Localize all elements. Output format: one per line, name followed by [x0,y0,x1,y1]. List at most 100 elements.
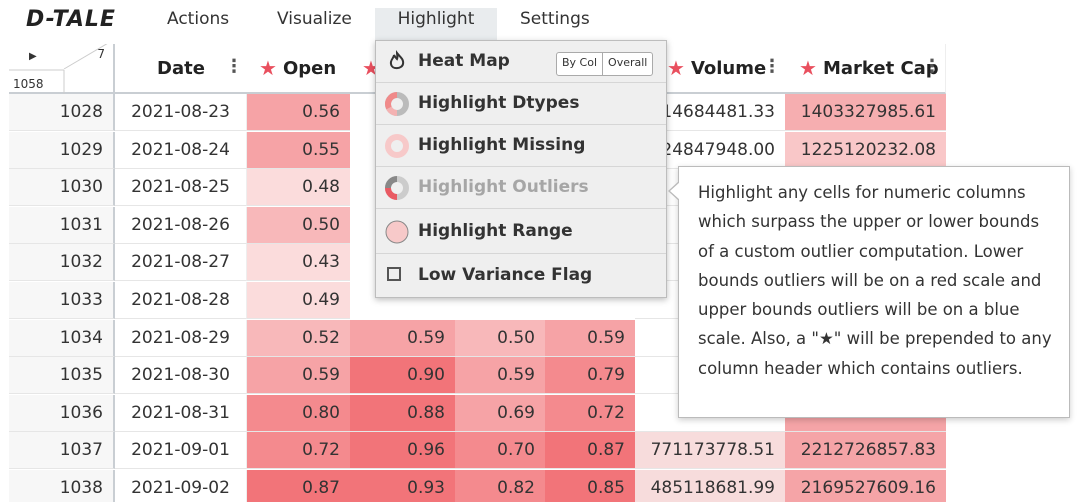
cell-open[interactable]: 0.72 [247,432,350,470]
cell-c4[interactable]: 0.79 [545,357,635,395]
cell-date[interactable]: 2021-09-01 [115,432,247,470]
cell-c3[interactable]: 0.69 [455,394,545,432]
cell-date[interactable]: 2021-08-29 [115,319,247,357]
dtale-logo: D-TALE [26,7,116,32]
grid-corner[interactable]: ▶ 7 1058 [9,44,115,94]
outlier-star-icon: ★ [799,56,817,80]
menu-heat-map-label: Heat Map [418,51,510,71]
menu-highlight-outliers-label: Highlight Outliers [418,177,589,197]
header-date-label: Date [157,57,205,79]
by-col-button[interactable]: By Col [557,53,602,75]
cell-c4[interactable]: 0.87 [545,432,635,470]
cell-date[interactable]: 2021-08-23 [115,94,247,131]
header-volume-label: Volume [690,57,767,79]
cell-open[interactable]: 0.49 [247,282,350,319]
cell-volume[interactable]: 485118681.99 [635,470,785,502]
header-open[interactable]: ★ Open [247,44,350,94]
cell-c4[interactable]: 0.85 [545,470,635,502]
nav-actions[interactable]: Actions [167,8,229,40]
nav-highlight[interactable]: Highlight [375,8,497,40]
outliers-ring-icon [385,176,409,200]
cell-c3[interactable]: 0.59 [455,357,545,395]
row-index: 1035 [9,357,115,395]
header-high[interactable]: ★ [350,44,380,94]
cell-c2[interactable]: 0.93 [350,470,455,502]
cell-date[interactable]: 2021-08-24 [115,131,247,169]
cell-date[interactable]: 2021-08-30 [115,357,247,395]
menu-low-variance-label: Low Variance Flag [418,265,593,285]
cell-c4[interactable]: 0.72 [545,394,635,432]
cell-date[interactable]: 2021-08-28 [115,282,247,319]
row-count: 1058 [13,77,44,91]
cell-date[interactable]: 2021-08-26 [115,206,247,244]
tooltip-text: Highlight any cells for numeric columns … [698,183,1052,378]
cell-c3[interactable]: 0.70 [455,432,545,470]
row-index: 1036 [9,394,115,432]
header-market-cap-label: Market Cap [822,57,939,79]
cell-date[interactable]: 2021-08-31 [115,394,247,432]
cell-c2[interactable]: 0.59 [350,319,455,357]
cell-date[interactable]: 2021-08-25 [115,169,247,207]
header-date[interactable]: Date ⋮ [115,44,247,94]
cell-c3[interactable]: 0.82 [455,470,545,502]
top-nav: D-TALE Actions Visualize Highlight Setti… [0,0,1091,40]
row-index: 1038 [9,470,115,502]
row-index: 1028 [9,94,115,131]
menu-highlight-missing[interactable]: Highlight Missing [376,125,666,167]
cell-open[interactable]: 0.52 [247,319,350,357]
cell-open[interactable]: 0.56 [247,94,350,131]
heat-map-toggle: By Col Overall [556,52,654,76]
menu-highlight-dtypes[interactable]: Highlight Dtypes [376,83,666,125]
cell-date[interactable]: 2021-08-27 [115,244,247,282]
corner-expand-icon[interactable]: ▶ [29,51,37,62]
menu-highlight-outliers[interactable]: Highlight Outliers [376,167,666,209]
cell-date[interactable]: 2021-09-02 [115,470,247,502]
cell-open[interactable]: 0.55 [247,131,350,169]
table-row[interactable]: 1037 2021-09-01 0.72 0.96 0.70 0.87 771173778.… [9,432,946,470]
row-index: 1029 [9,131,115,169]
cell-open[interactable]: 0.50 [247,206,350,244]
menu-highlight-range[interactable]: Highlight Range [376,209,666,254]
missing-ring-icon [385,134,409,158]
column-count: 7 [97,47,105,61]
header-market-cap[interactable]: ★ Market Cap ⋮ [785,44,946,94]
row-index: 1033 [9,282,115,319]
overall-button[interactable]: Overall [602,53,652,75]
menu-highlight-range-label: Highlight Range [418,221,573,241]
cell-market-cap[interactable]: 1403327985.61 [785,94,946,131]
column-menu-icon[interactable]: ⋮ [763,58,781,76]
cell-volume[interactable]: 771173778.51 [635,432,785,470]
cell-c2[interactable]: 0.90 [350,357,455,395]
column-menu-icon[interactable]: ⋮ [225,58,243,76]
outlier-star-icon: ★ [259,56,277,80]
column-menu-icon[interactable]: ⋮ [923,58,941,76]
row-index: 1030 [9,169,115,207]
nav-settings[interactable]: Settings [520,8,590,40]
nav-visualize[interactable]: Visualize [277,8,352,40]
header-open-label: Open [282,57,337,79]
row-index: 1032 [9,244,115,282]
low-variance-checkbox[interactable] [387,267,401,281]
cell-c2[interactable]: 0.96 [350,432,455,470]
header-volume[interactable]: ★ Volume ⋮ [665,44,785,94]
menu-highlight-missing-label: Highlight Missing [418,135,586,155]
menu-heat-map[interactable]: Heat Map By Col Overall [376,41,666,83]
cell-market-cap[interactable]: 2169527609.16 [785,470,946,502]
cell-c2[interactable]: 0.88 [350,394,455,432]
cell-market-cap[interactable]: 2212726857.83 [785,432,946,470]
cell-open[interactable]: 0.43 [247,244,350,282]
range-circle-icon [385,220,409,244]
cell-market-cap[interactable]: 1225120232.08 [785,131,946,169]
cell-c3[interactable]: 0.50 [455,319,545,357]
cell-open[interactable]: 0.48 [247,169,350,207]
menu-low-variance-flag[interactable]: Low Variance Flag [376,254,666,296]
dtypes-ring-icon [385,92,409,116]
cell-open[interactable]: 0.87 [247,470,350,502]
row-index: 1031 [9,206,115,244]
table-row[interactable]: 1038 2021-09-02 0.87 0.93 0.82 0.85 485118681.… [9,470,946,502]
cell-open[interactable]: 0.59 [247,357,350,395]
row-index: 1034 [9,319,115,357]
menu-highlight-dtypes-label: Highlight Dtypes [418,93,580,113]
cell-c4[interactable]: 0.59 [545,319,635,357]
cell-open[interactable]: 0.80 [247,394,350,432]
